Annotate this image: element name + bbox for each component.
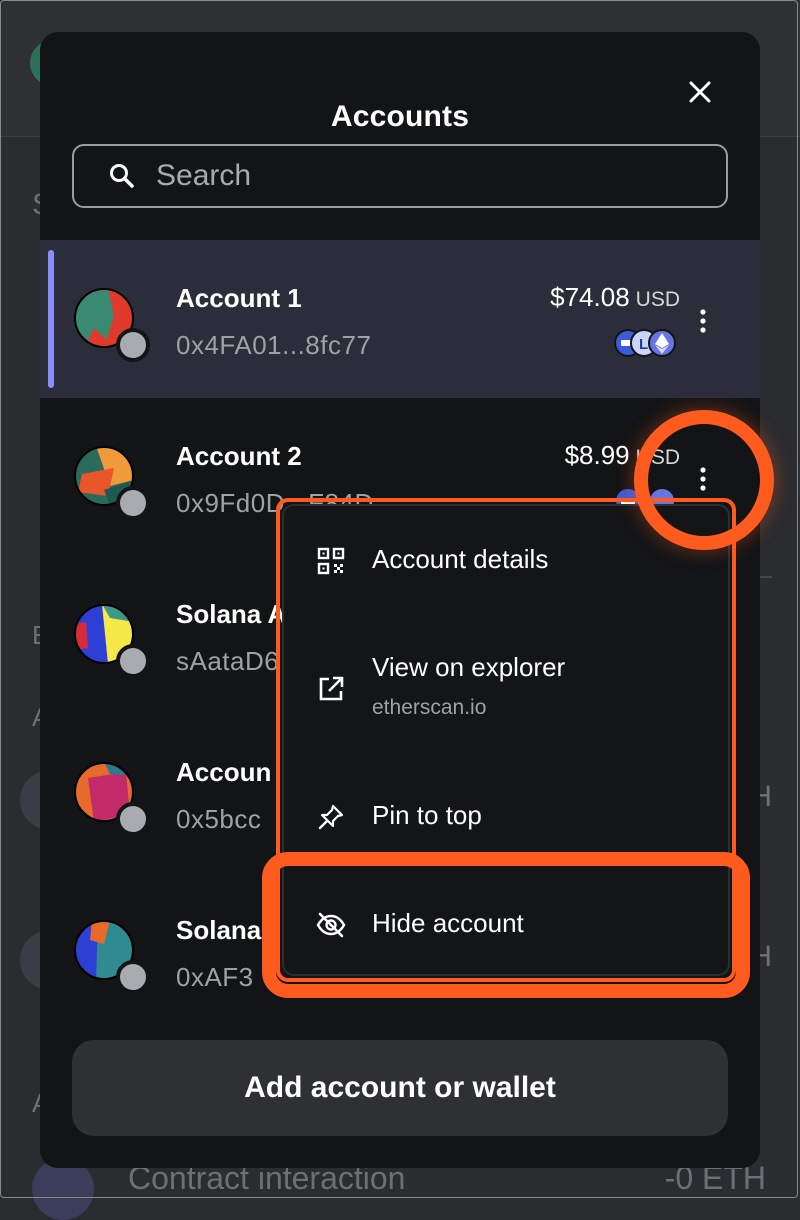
search-input[interactable] <box>154 158 658 194</box>
search-icon <box>110 164 134 188</box>
balance-value: $8.99 <box>564 440 630 470</box>
close-icon <box>689 81 711 103</box>
network-badge-icon <box>116 486 150 520</box>
network-icons: L <box>614 329 676 357</box>
highlight-hide-account <box>262 852 750 998</box>
network-badge-icon <box>116 328 150 362</box>
highlight-more-options <box>634 410 774 550</box>
svg-text:L: L <box>639 336 648 353</box>
account-row[interactable]: Account 1 0x4FA01...8fc77 $74.08 USD L <box>40 240 760 398</box>
account-balance: $74.08 USD <box>550 282 680 313</box>
account-name: Accoun <box>176 757 272 787</box>
account-name: Account 1 <box>176 283 302 313</box>
account-address: 0x4FA01...8fc77 <box>176 330 372 360</box>
network-badge-icon <box>116 960 150 994</box>
account-address: 0x5bcc <box>176 804 262 834</box>
network-badge-icon <box>116 644 150 678</box>
account-address: 0xAF3 <box>176 962 254 992</box>
more-options-icon[interactable] <box>698 308 708 334</box>
account-name: Account 2 <box>176 441 302 471</box>
modal-title: Accounts <box>330 100 470 133</box>
account-name: Solana <box>176 915 262 945</box>
add-account-button[interactable]: Add account or wallet <box>72 1040 728 1136</box>
search-box[interactable] <box>72 144 728 208</box>
close-button[interactable] <box>680 72 720 112</box>
selected-indicator <box>48 250 54 388</box>
background-divider <box>760 576 772 578</box>
account-name: Solana A <box>176 599 287 629</box>
network-badge-icon <box>116 802 150 836</box>
balance-currency: USD <box>635 288 680 311</box>
account-address: sAataD6 <box>176 646 280 676</box>
balance-value: $74.08 <box>550 282 630 312</box>
